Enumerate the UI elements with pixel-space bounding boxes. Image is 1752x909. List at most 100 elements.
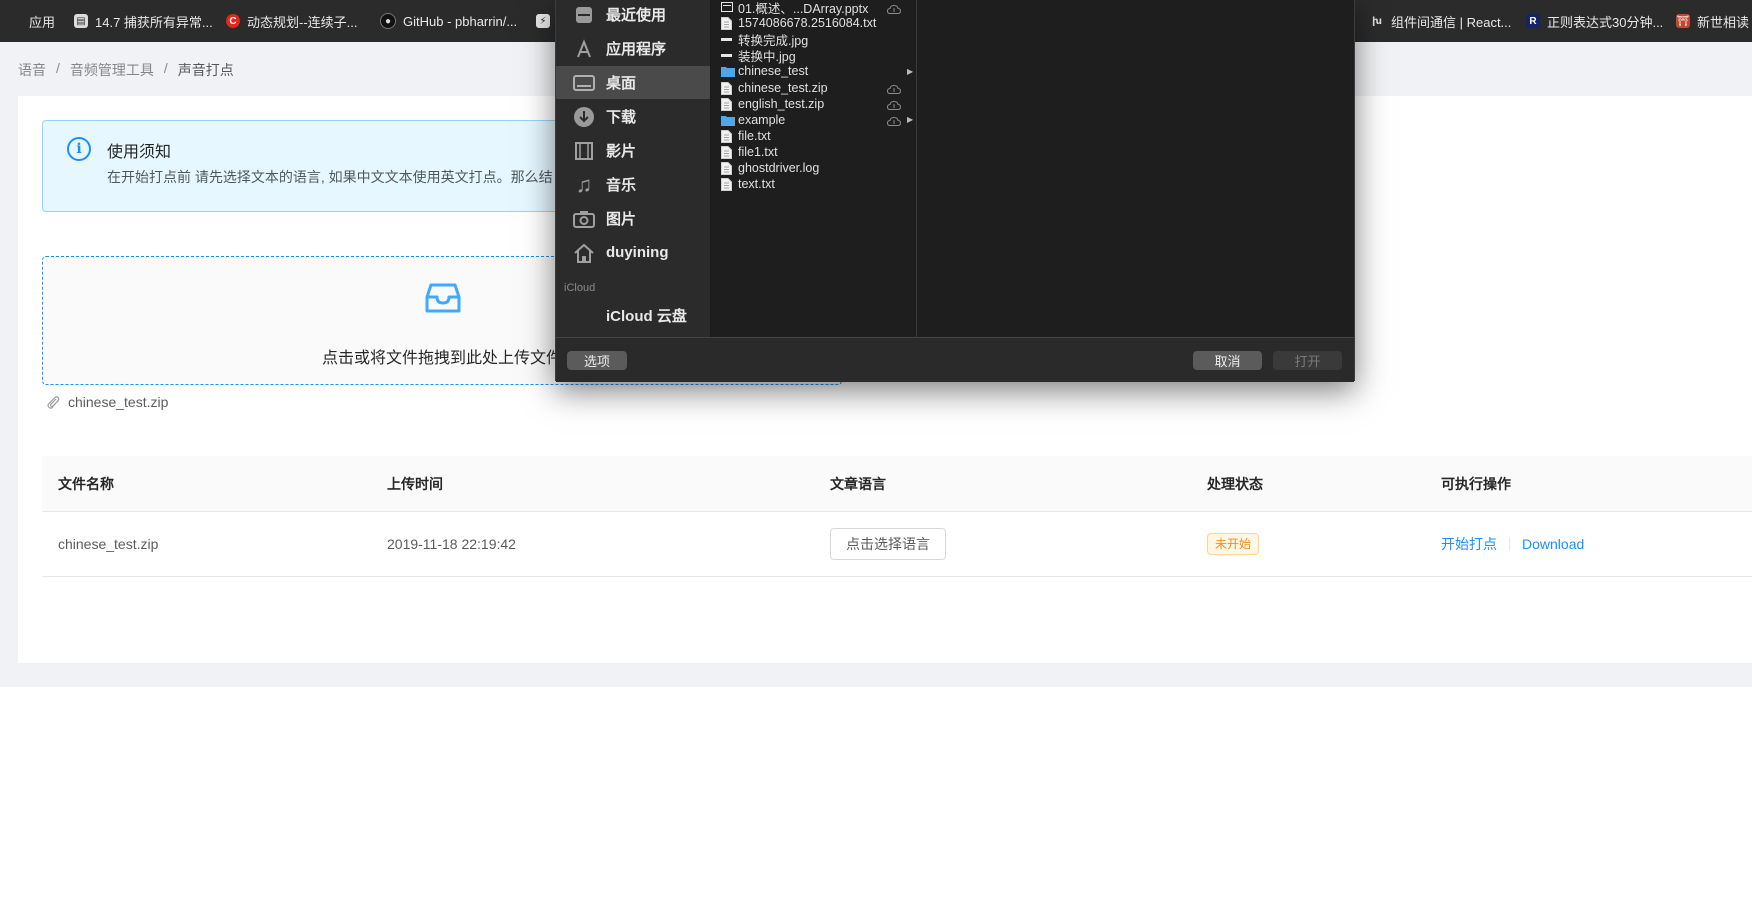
pictures-icon: [572, 207, 596, 231]
file-name: 1574086678.2516084.txt: [738, 16, 877, 31]
file-name: english_test.zip: [738, 96, 825, 111]
bookmark-dp[interactable]: C 动态规划--连续子...: [226, 0, 358, 42]
text-file-icon: [721, 129, 732, 143]
sidebar-item-label: 影片: [606, 143, 637, 160]
sidebar-item-recents[interactable]: 最近使用: [556, 0, 710, 31]
uploaded-file-item[interactable]: chinese_test.zip: [46, 394, 168, 410]
files-table: 文件名称 上传时间 文章语言 处理状态 可执行操作 chinese_test.z…: [42, 456, 1752, 577]
book-icon: ⛩: [1676, 14, 1690, 28]
start-marking-link[interactable]: 开始打点: [1441, 534, 1497, 554]
file-open-dialog: 最近使用 应用程序 桌面 下载 影片 ♫ 音乐 图片 duyining iClo…: [555, 0, 1355, 382]
folder-icon: [721, 114, 735, 126]
bookmark-xinshixiang[interactable]: ⛩ 新世相读: [1676, 0, 1749, 42]
bookmark-regex[interactable]: R 正则表达式30分钟...: [1526, 0, 1663, 42]
sidebar-item-label: iCloud 云盘: [606, 308, 687, 325]
download-link[interactable]: Download: [1522, 536, 1584, 552]
sidebar-item-label: duyining: [606, 244, 669, 261]
cell-language: 点击选择语言: [830, 512, 946, 576]
file-name: chinese_test.zip: [738, 80, 828, 95]
icloud-download-icon[interactable]: [886, 99, 902, 111]
doc-bookmark-icon: ▤: [74, 14, 88, 28]
sidebar-item-label: 桌面: [606, 75, 637, 92]
preview-column: [917, 0, 1354, 337]
info-icon: i: [67, 137, 91, 161]
bookmark-partial[interactable]: ⚡: [536, 0, 550, 42]
applications-icon: [572, 37, 596, 61]
bookmark-label: GitHub - pbharrin/...: [403, 13, 518, 29]
action-divider: [1509, 537, 1510, 551]
bookmark-apps[interactable]: 应用: [8, 0, 55, 42]
sidebar-item-home[interactable]: duyining: [556, 236, 710, 269]
regex-icon: ⚡: [536, 14, 550, 28]
table-header: 文件名称 上传时间 文章语言 处理状态 可执行操作: [42, 456, 1752, 512]
cell-upload-time: 2019-11-18 22:19:42: [387, 536, 516, 552]
bookmark-label: 14.7 捕获所有异常...: [95, 14, 213, 30]
cancel-button[interactable]: 取消: [1193, 351, 1262, 370]
file-name: file.txt: [738, 128, 771, 143]
downloads-icon: [572, 105, 596, 129]
file-name: text.txt: [738, 177, 775, 192]
open-button[interactable]: 打开: [1273, 351, 1342, 370]
bookmark-github[interactable]: ● GitHub - pbharrin/...: [380, 0, 517, 42]
notice-title: 使用须知: [107, 144, 172, 161]
bookmark-react[interactable]: խ 组件间通信 | React...: [1370, 0, 1511, 42]
image-file-icon: [721, 33, 732, 45]
text-file-icon: [721, 178, 732, 192]
sidebar-item-label: 音乐: [606, 177, 637, 194]
log-file-icon: [721, 162, 732, 175]
sidebar-item-applications[interactable]: 应用程序: [556, 32, 710, 65]
sidebar-item-label: 最近使用: [606, 7, 667, 24]
icloud-download-icon[interactable]: [886, 115, 902, 127]
cell-status: 未开始: [1207, 512, 1260, 576]
github-icon: ●: [380, 13, 396, 29]
sidebar-item-label: 下载: [606, 109, 637, 126]
sidebar-item-movies[interactable]: 影片: [556, 134, 710, 167]
column-header: 处理状态: [1207, 475, 1263, 492]
reading-icon: խ: [1370, 14, 1384, 28]
bookmark-exceptions[interactable]: ▤ 14.7 捕获所有异常...: [74, 0, 213, 42]
paperclip-icon: [47, 396, 60, 409]
presentation-file-icon: [721, 1, 733, 13]
select-language-button[interactable]: 点击选择语言: [830, 528, 946, 560]
cell-actions: 开始打点 Download: [1441, 512, 1584, 576]
breadcrumb-separator: /: [163, 60, 168, 76]
breadcrumb-separator: /: [56, 60, 60, 76]
sidebar-section-icloud: iCloud: [564, 282, 596, 294]
sidebar-item-icloud-drive[interactable]: iCloud 云盘: [556, 299, 710, 332]
column-header: 可执行操作: [1441, 475, 1511, 492]
bookmark-label: 动态规划--连续子...: [247, 14, 358, 30]
sidebar-item-label: 图片: [606, 211, 637, 228]
notice-description: 在开始打点前 请先选择文本的语言, 如果中文文本使用英文打点。那么结: [107, 169, 553, 185]
status-badge: 未开始: [1207, 533, 1260, 555]
sidebar-item-desktop[interactable]: 桌面: [556, 66, 710, 99]
bookmark-label: 正则表达式30分钟...: [1547, 14, 1664, 30]
chevron-right-icon: ▶: [907, 66, 914, 76]
breadcrumb-item-voice[interactable]: 语音: [18, 60, 46, 80]
sidebar-item-pictures[interactable]: 图片: [556, 202, 710, 235]
file-list-item[interactable]: text.txt: [711, 175, 916, 193]
breadcrumb-item-current: 声音打点: [177, 62, 234, 78]
apps-grid-icon: [8, 14, 22, 28]
cell-filename: chinese_test.zip: [58, 536, 159, 552]
breadcrumb: 语音 / 音频管理工具 / 声音打点: [18, 60, 234, 80]
recents-icon: [572, 3, 596, 27]
desktop-icon: [572, 71, 596, 95]
options-button[interactable]: 选项: [567, 351, 627, 370]
file-name: ghostdriver.log: [738, 161, 820, 175]
folder-icon: [721, 65, 735, 78]
inbox-icon: [425, 283, 461, 313]
zip-file-icon: [721, 81, 732, 95]
dialog-footer: 选项 取消 打开: [556, 337, 1354, 382]
dialog-sidebar: 最近使用 应用程序 桌面 下载 影片 ♫ 音乐 图片 duyining iClo…: [556, 0, 711, 337]
sidebar-item-downloads[interactable]: 下载: [556, 100, 710, 133]
bookmark-label: 组件间通信 | React...: [1391, 14, 1512, 30]
icloud-download-icon[interactable]: [886, 3, 902, 14]
bookmark-label: 应用: [29, 14, 56, 30]
icloud-download-icon[interactable]: [886, 83, 902, 94]
text-file-icon: [721, 17, 732, 31]
breadcrumb-item-audio-tools[interactable]: 音频管理工具: [70, 60, 154, 80]
sidebar-item-music[interactable]: ♫ 音乐: [556, 168, 710, 201]
file-name: file1.txt: [738, 144, 778, 159]
image-file-icon: [721, 49, 732, 61]
chevron-right-icon: ▶: [907, 115, 914, 125]
